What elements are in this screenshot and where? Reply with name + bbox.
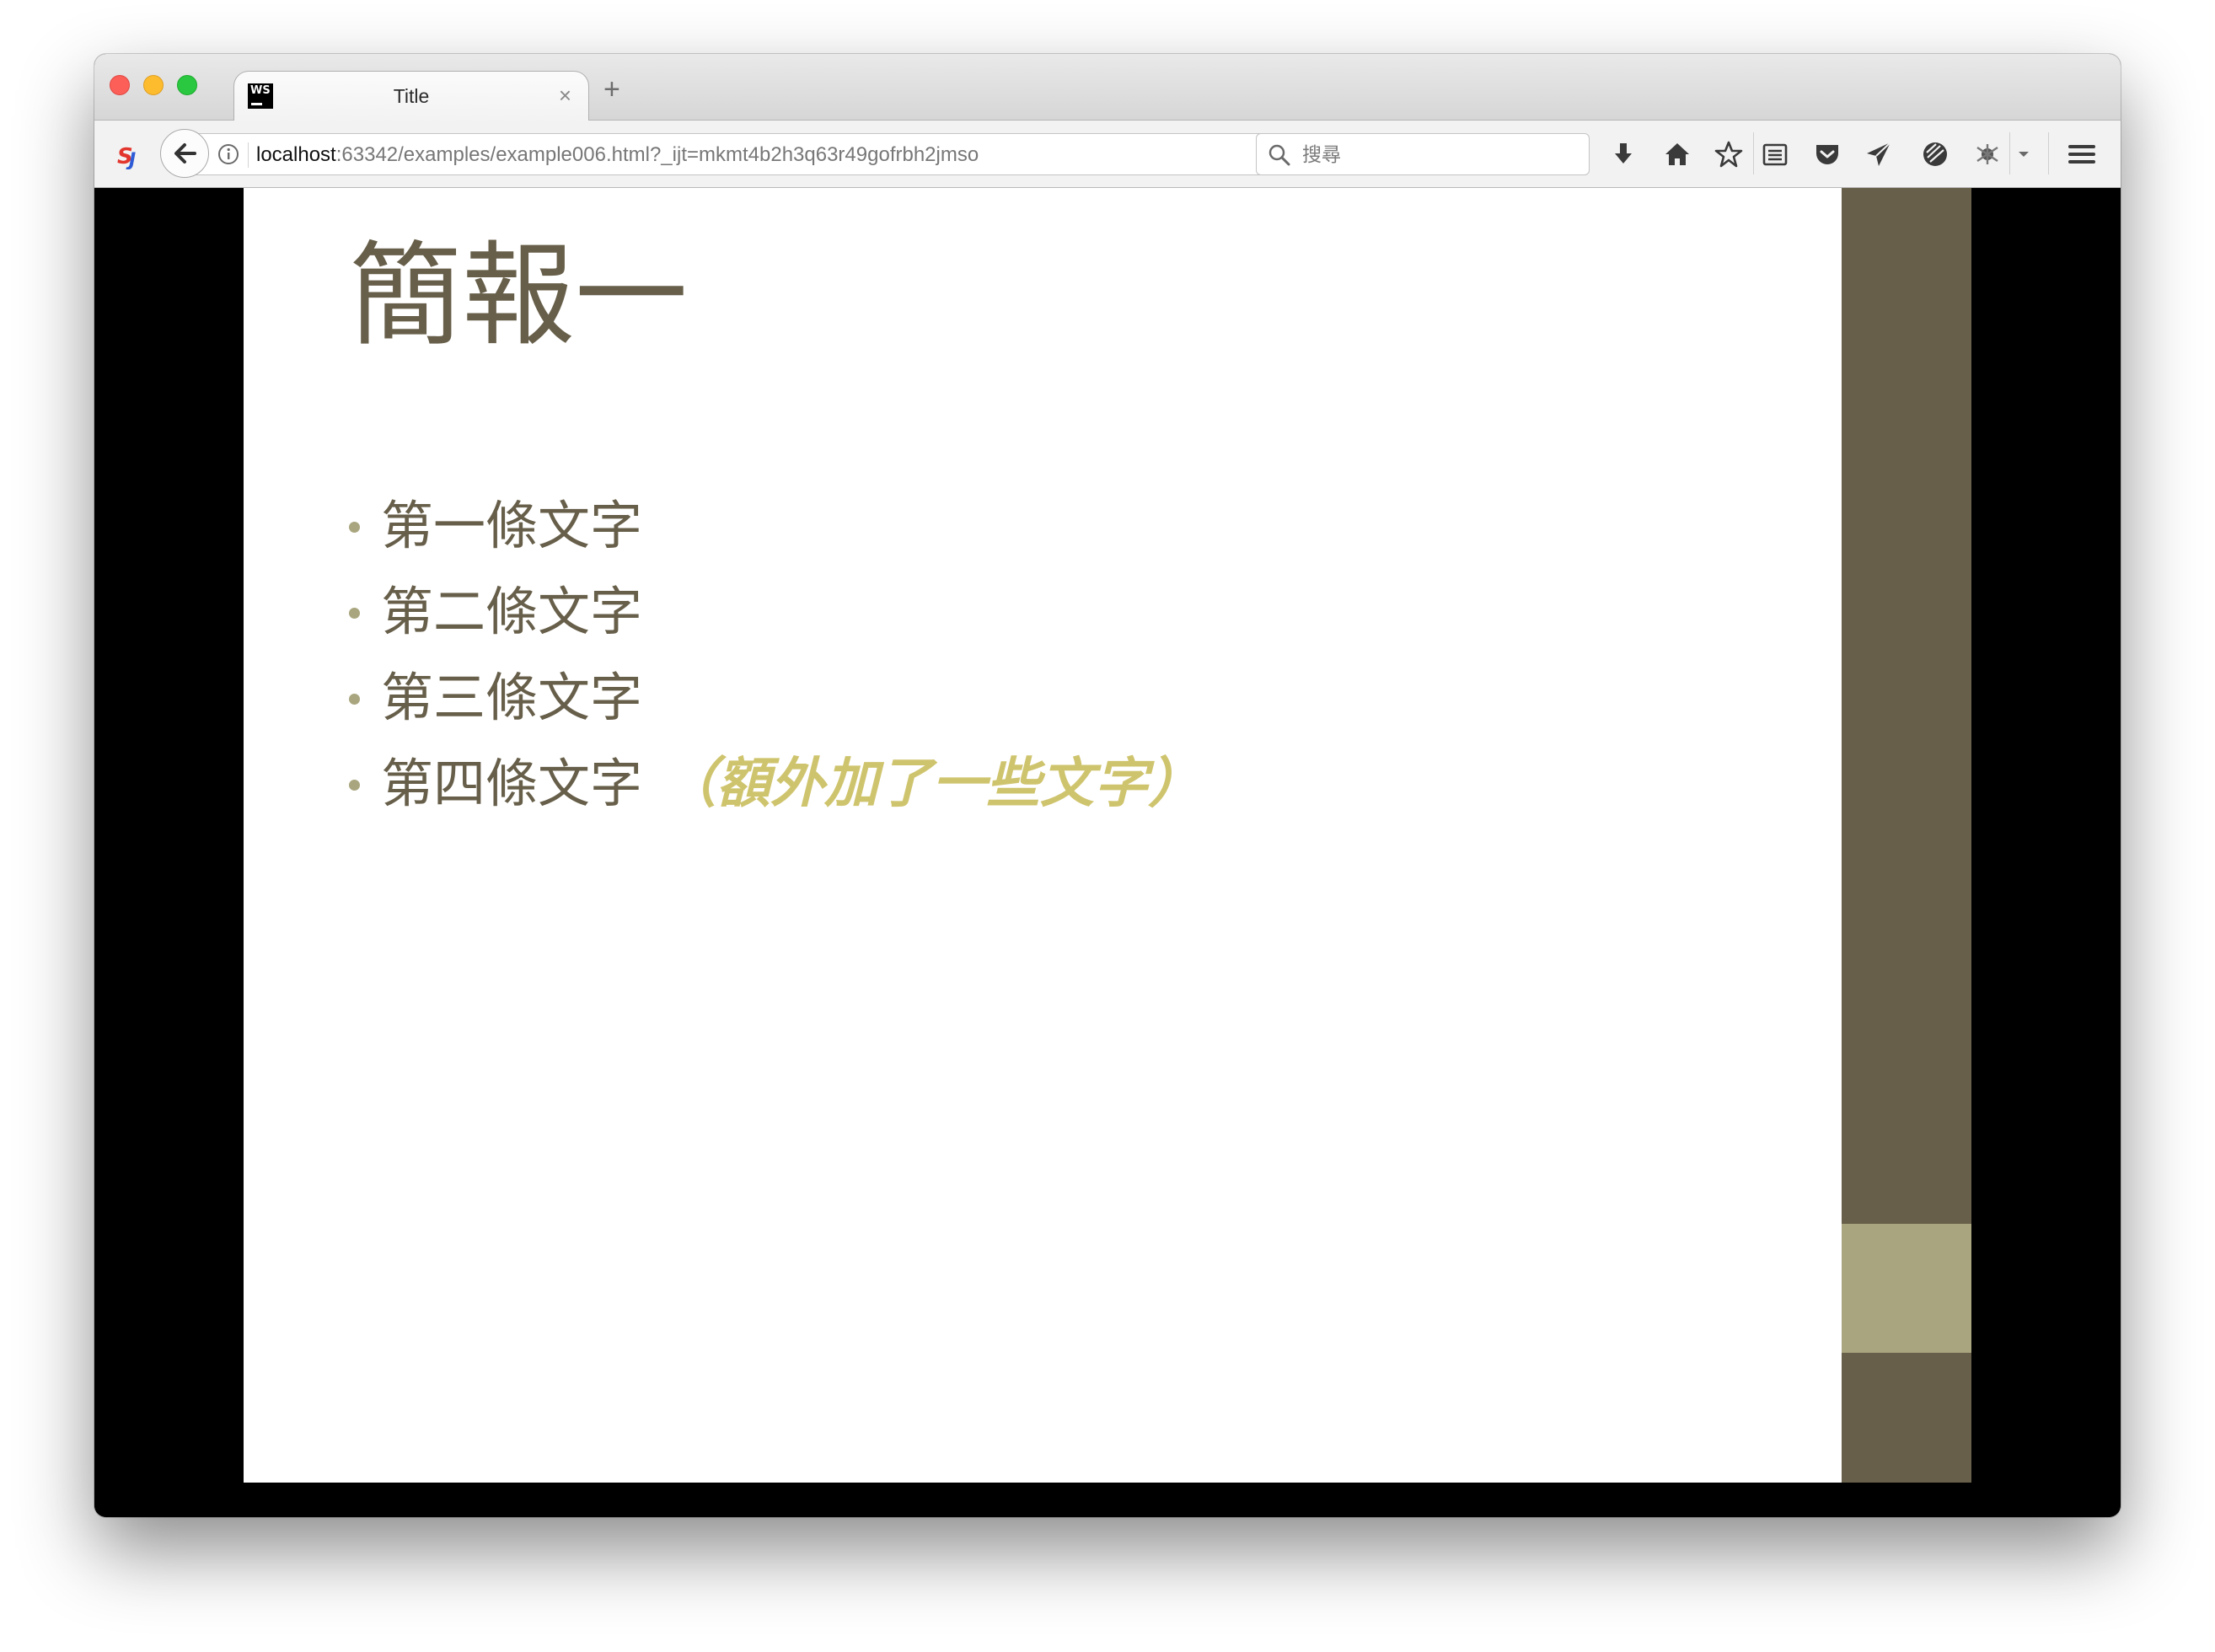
slide-progress-sidebar [1842, 188, 1971, 1483]
navigation-bar: S J localhost:63342/examples/example006.… [94, 121, 2121, 188]
window-maximize-button[interactable] [177, 75, 197, 95]
reader-list-icon[interactable] [1760, 139, 1790, 169]
url-host: localhost [256, 143, 336, 166]
tracking-icon[interactable] [1920, 139, 1950, 169]
browser-window: WS Title × + S J localhost:63342/example… [94, 54, 2121, 1517]
bullet-text: 第一條文字 [381, 495, 643, 556]
slide-bullet-item: 第二條文字 [349, 569, 1202, 655]
slide-bullet-list: 第一條文字 第二條文字 第三條文字 第四條文字 （額外加了一些文字） [349, 483, 1202, 827]
bullet-extra-text: （額外加了一些文字） [662, 752, 1203, 815]
bullet-text: 第三條文字 [381, 667, 643, 728]
slide-bullet-item: 第一條文字 [349, 483, 1202, 569]
slide: 簡報一 第一條文字 第二條文字 第三條文字 第四條文字 （額外加了一些文字） [244, 188, 1842, 1483]
toolbar-separator [2048, 132, 2049, 174]
overflow-chevron-icon[interactable] [2015, 139, 2032, 169]
search-input[interactable] [1301, 138, 1582, 172]
pocket-icon[interactable] [1812, 139, 1842, 169]
slide-progress-indicator [1842, 1223, 1971, 1354]
url-separator [248, 142, 249, 168]
url-bar[interactable]: localhost:63342/examples/example006.html… [196, 133, 1340, 175]
send-icon[interactable] [1864, 139, 1894, 169]
tab-title: Title [393, 85, 430, 107]
toolbar-separator [1753, 132, 1754, 174]
bullet-text: 第二條文字 [381, 581, 643, 642]
search-bar[interactable] [1256, 133, 1590, 175]
slide-title: 簡報一 [349, 230, 689, 362]
search-icon [1268, 144, 1290, 166]
extension-icon[interactable] [1972, 139, 2003, 169]
slide-bullet-item: 第四條文字 （額外加了一些文字） [349, 741, 1202, 827]
download-icon[interactable] [1608, 139, 1638, 169]
hamburger-menu-icon[interactable] [2067, 139, 2097, 169]
tab-close-icon[interactable]: × [559, 83, 571, 109]
window-close-button[interactable] [110, 75, 130, 95]
home-icon[interactable] [1662, 139, 1692, 169]
window-minimize-button[interactable] [143, 75, 164, 95]
bookmark-star-icon[interactable] [1714, 139, 1744, 169]
tab-active[interactable]: WS Title × [233, 71, 589, 124]
info-icon[interactable] [217, 143, 239, 165]
slide-bullet-item: 第三條文字 [349, 655, 1202, 741]
back-button[interactable] [160, 129, 209, 178]
tab-strip: WS Title × + [94, 54, 2121, 124]
back-arrow-icon [174, 143, 196, 164]
url-text[interactable]: localhost:63342/examples/example006.html… [256, 143, 979, 167]
url-path: :63342/examples/example006.html?_ijt=mkm… [335, 143, 979, 166]
bullet-text: 第四條文字 [381, 753, 643, 814]
page-content: 簡報一 第一條文字 第二條文字 第三條文字 第四條文字 （額外加了一些文字） [94, 188, 2121, 1517]
new-tab-button[interactable]: + [603, 75, 620, 104]
toolbar-separator [2009, 132, 2010, 174]
si-extension-icon[interactable]: S J [116, 141, 145, 169]
